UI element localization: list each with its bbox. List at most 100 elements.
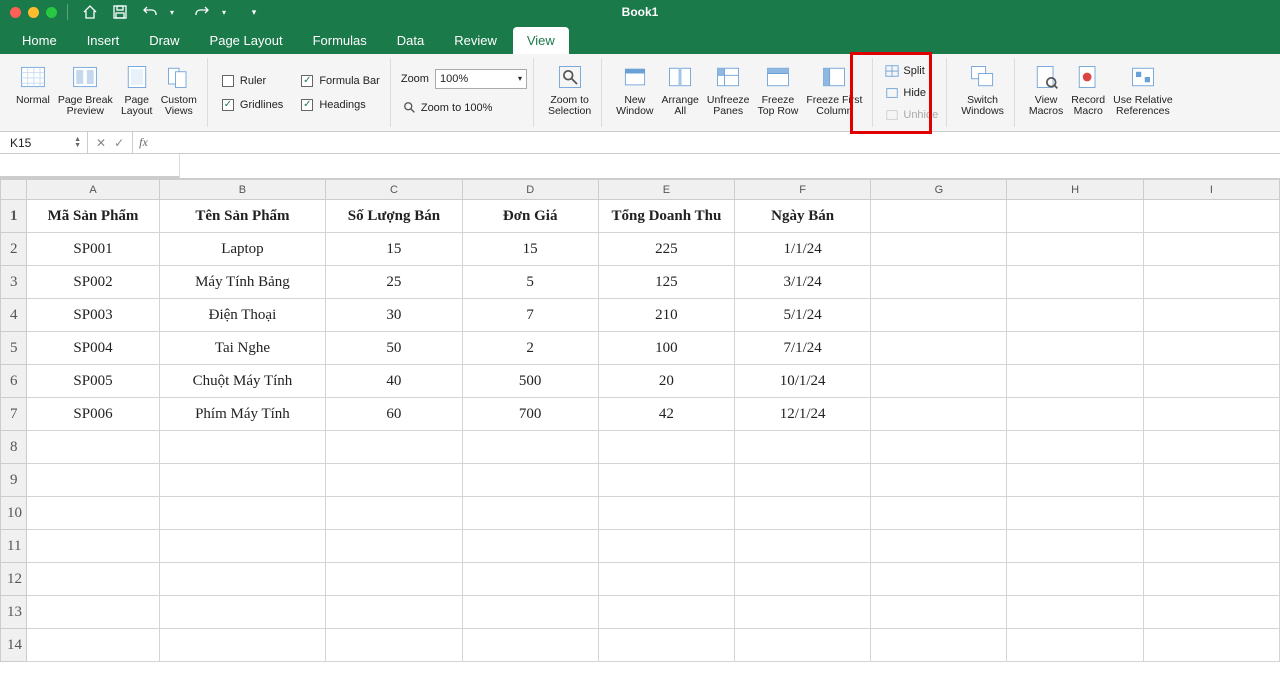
cell[interactable] (1007, 629, 1143, 662)
tab-draw[interactable]: Draw (135, 27, 193, 54)
cell[interactable] (159, 629, 326, 662)
cancel-formula-icon[interactable]: ✕ (96, 136, 106, 150)
headings-checkbox[interactable]: Headings (297, 96, 384, 114)
cell[interactable] (159, 431, 326, 464)
cell[interactable]: Đơn Giá (462, 200, 598, 233)
cell[interactable] (598, 563, 734, 596)
table-row[interactable]: 7SP006Phím Máy Tính607004212/1/24 (1, 398, 1280, 431)
cell[interactable] (1007, 497, 1143, 530)
cell[interactable]: SP002 (27, 266, 159, 299)
cell[interactable]: Máy Tính Bảng (159, 266, 326, 299)
cell[interactable] (598, 629, 734, 662)
row-header[interactable]: 2 (1, 233, 27, 266)
cell[interactable] (326, 563, 462, 596)
cell[interactable] (1143, 596, 1279, 629)
table-row[interactable]: 14 (1, 629, 1280, 662)
cell[interactable] (27, 497, 159, 530)
cell[interactable]: Chuột Máy Tính (159, 365, 326, 398)
cell[interactable] (159, 596, 326, 629)
cell[interactable]: 12/1/24 (735, 398, 871, 431)
cell[interactable]: 210 (598, 299, 734, 332)
cell[interactable] (1007, 398, 1143, 431)
gridlines-checkbox[interactable]: Gridlines (218, 96, 287, 114)
cell[interactable]: 15 (462, 233, 598, 266)
enter-formula-icon[interactable]: ✓ (114, 136, 124, 150)
cell[interactable] (1007, 365, 1143, 398)
row-header[interactable]: 14 (1, 629, 27, 662)
cell[interactable] (1143, 200, 1279, 233)
table-row[interactable]: 10 (1, 497, 1280, 530)
cell[interactable] (1143, 431, 1279, 464)
cell[interactable] (27, 629, 159, 662)
tab-view[interactable]: View (513, 27, 569, 54)
cell[interactable]: 5/1/24 (735, 299, 871, 332)
col-header-I[interactable]: I (1143, 180, 1279, 200)
cell[interactable]: 50 (326, 332, 462, 365)
row-header[interactable]: 1 (1, 200, 27, 233)
record-macro-button[interactable]: Record Macro (1067, 61, 1109, 125)
row-header[interactable]: 3 (1, 266, 27, 299)
cell[interactable] (598, 464, 734, 497)
cell[interactable] (1007, 200, 1143, 233)
cell[interactable]: 125 (598, 266, 734, 299)
cell[interactable] (1143, 464, 1279, 497)
cell[interactable] (1007, 332, 1143, 365)
cell[interactable]: Phím Máy Tính (159, 398, 326, 431)
cell[interactable]: Mã Sản Phẩm (27, 200, 159, 233)
cell[interactable]: Số Lượng Bán (326, 200, 462, 233)
table-row[interactable]: 4SP003Điện Thoại3072105/1/24 (1, 299, 1280, 332)
cell[interactable] (1143, 530, 1279, 563)
cell[interactable] (326, 431, 462, 464)
cell[interactable] (159, 563, 326, 596)
cell[interactable]: 500 (462, 365, 598, 398)
cell[interactable] (735, 431, 871, 464)
cell[interactable]: 7/1/24 (735, 332, 871, 365)
cell[interactable] (871, 431, 1007, 464)
page-break-preview-button[interactable]: Page Break Preview (54, 61, 117, 125)
cell[interactable] (598, 497, 734, 530)
row-header[interactable]: 4 (1, 299, 27, 332)
cell[interactable]: SP006 (27, 398, 159, 431)
cell[interactable] (871, 365, 1007, 398)
split-button[interactable]: Split (883, 62, 940, 80)
table-row[interactable]: 9 (1, 464, 1280, 497)
cell[interactable] (462, 596, 598, 629)
cell[interactable] (1007, 233, 1143, 266)
use-relative-references-button[interactable]: Use Relative References (1109, 61, 1177, 125)
cell[interactable] (1143, 629, 1279, 662)
col-header-E[interactable]: E (598, 180, 734, 200)
normal-view-button[interactable]: Normal (12, 61, 54, 125)
cell[interactable]: 30 (326, 299, 462, 332)
table-row[interactable]: 13 (1, 596, 1280, 629)
cell[interactable]: 15 (326, 233, 462, 266)
cell[interactable]: Laptop (159, 233, 326, 266)
row-header[interactable]: 6 (1, 365, 27, 398)
undo-icon[interactable] (142, 4, 158, 20)
cell[interactable]: 700 (462, 398, 598, 431)
cell[interactable]: 25 (326, 266, 462, 299)
tab-home[interactable]: Home (8, 27, 71, 54)
cell[interactable]: 100 (598, 332, 734, 365)
custom-views-button[interactable]: Custom Views (157, 61, 201, 125)
qat-customize-icon[interactable]: ▾ (246, 4, 262, 20)
cell[interactable] (871, 596, 1007, 629)
formula-bar-checkbox[interactable]: Formula Bar (297, 72, 384, 90)
cell[interactable] (1007, 299, 1143, 332)
redo-icon[interactable] (194, 4, 210, 20)
new-window-button[interactable]: New Window (612, 61, 657, 125)
cell[interactable] (159, 530, 326, 563)
cell[interactable]: Ngày Bán (735, 200, 871, 233)
tab-insert[interactable]: Insert (73, 27, 134, 54)
cell[interactable]: 5 (462, 266, 598, 299)
cell[interactable]: 10/1/24 (735, 365, 871, 398)
save-icon[interactable] (112, 4, 128, 20)
cell[interactable]: SP003 (27, 299, 159, 332)
cell[interactable] (326, 629, 462, 662)
cell[interactable] (27, 596, 159, 629)
cell[interactable]: Tên Sản Phẩm (159, 200, 326, 233)
cell[interactable] (871, 200, 1007, 233)
tab-formulas[interactable]: Formulas (299, 27, 381, 54)
minimize-window-button[interactable] (28, 7, 39, 18)
switch-windows-button[interactable]: Switch Windows (957, 61, 1008, 125)
cell[interactable] (871, 299, 1007, 332)
